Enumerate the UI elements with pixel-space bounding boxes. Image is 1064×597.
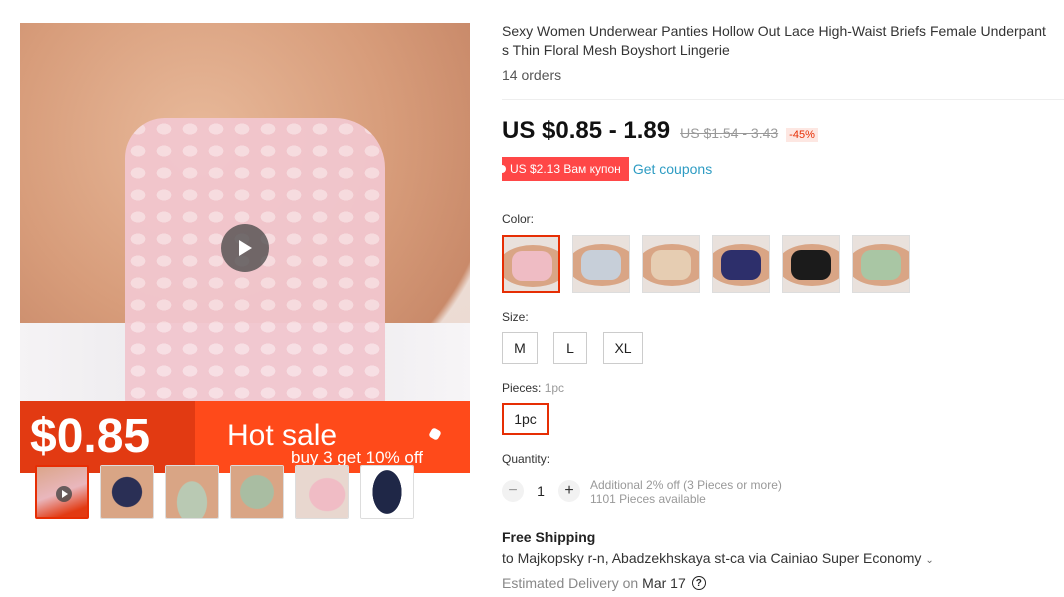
pieces-label: Pieces:	[502, 381, 542, 395]
size-option-l[interactable]: L	[553, 332, 587, 364]
quantity-discount-note: Additional 2% off (3 Pieces or more)	[590, 478, 782, 492]
coupon-row: US $2.13 Вам купон Get coupons	[498, 157, 712, 181]
size-option-xl[interactable]: XL	[603, 332, 643, 364]
thumbnail-image	[361, 466, 413, 518]
pieces-label-row: Pieces: 1pc	[502, 381, 564, 395]
pieces-option-1pc[interactable]: 1pc	[502, 403, 549, 435]
color-option-beige[interactable]	[642, 235, 700, 293]
color-option-green[interactable]	[852, 235, 910, 293]
swatch-fabric	[861, 250, 901, 280]
thumbnail-image	[296, 466, 348, 518]
thumbnail[interactable]	[165, 465, 219, 519]
size-option-m[interactable]: M	[502, 332, 538, 364]
thumbnail-image	[166, 466, 218, 518]
original-price: US $1.54 - 3.43	[680, 125, 779, 141]
color-label: Color:	[502, 212, 535, 226]
swatch-fabric	[512, 251, 552, 281]
quantity-value[interactable]: 1	[524, 483, 558, 499]
size-options: M L XL	[502, 332, 643, 364]
thumbnail[interactable]	[295, 465, 349, 519]
product-gallery: $0.85 Hot sale buy 3 get 10% off	[20, 23, 470, 473]
promo-decoration	[428, 427, 442, 441]
swatch-fabric	[651, 250, 691, 280]
image-lace-garment	[125, 118, 385, 428]
pieces-selected-value: 1pc	[544, 381, 565, 395]
shipping-title: Free Shipping	[502, 529, 596, 545]
product-info: Sexy Women Underwear Panties Hollow Out …	[502, 22, 1064, 83]
product-price: US $0.85 - 1.89	[502, 117, 671, 144]
increase-quantity-button[interactable]: +	[558, 480, 580, 502]
color-option-navy[interactable]	[712, 235, 770, 293]
estimated-delivery-label: Estimated Delivery on	[502, 575, 639, 591]
play-icon	[239, 240, 252, 256]
color-option-pink[interactable]	[502, 235, 560, 293]
shipping-destination[interactable]: to Majkopsky r-n, Abadzekhskaya st-ca vi…	[502, 550, 921, 566]
help-icon[interactable]: ?	[691, 576, 706, 590]
thumbnail-strip	[35, 465, 414, 519]
color-option-light-blue[interactable]	[572, 235, 630, 293]
quantity-info: Additional 2% off (3 Pieces or more) 110…	[590, 478, 782, 506]
decrease-quantity-button[interactable]: −	[502, 480, 524, 502]
quantity-stepper: − 1 +	[502, 480, 580, 502]
price-row: US $0.85 - 1.89 US $1.54 - 3.43 -45%	[502, 117, 818, 145]
main-product-image[interactable]: $0.85 Hot sale buy 3 get 10% off	[20, 23, 470, 473]
swatch-fabric	[791, 250, 831, 280]
quantity-label: Quantity:	[502, 452, 551, 466]
shipping-destination-row[interactable]: to Majkopsky r-n, Abadzekhskaya st-ca vi…	[502, 550, 934, 566]
play-icon	[56, 486, 72, 502]
size-label: Size:	[502, 310, 529, 324]
estimated-delivery-date: Mar 17	[642, 575, 686, 591]
color-options	[502, 235, 910, 293]
available-count: 1101 Pieces available	[590, 492, 706, 506]
color-option-black[interactable]	[782, 235, 840, 293]
divider	[502, 99, 1064, 100]
thumbnail[interactable]	[35, 465, 89, 519]
swatch-fabric	[581, 250, 621, 280]
coupon-badge: US $2.13 Вам купон	[498, 157, 629, 181]
promo-price: $0.85	[30, 410, 151, 463]
play-video-button[interactable]	[221, 224, 269, 272]
order-count: 14 orders	[502, 67, 562, 83]
promo-banner: $0.85 Hot sale buy 3 get 10% off	[20, 401, 470, 473]
product-title: Sexy Women Underwear Panties Hollow Out …	[502, 23, 1046, 58]
get-coupons-link[interactable]: Get coupons	[633, 161, 712, 177]
thumbnail[interactable]	[230, 465, 284, 519]
swatch-fabric	[721, 250, 761, 280]
thumbnail-image	[101, 466, 153, 518]
thumbnail-image	[231, 466, 283, 518]
thumbnail[interactable]	[360, 465, 414, 519]
chevron-down-icon[interactable]: ⌄	[925, 555, 933, 566]
estimated-delivery: Estimated Delivery on Mar 17 ?	[502, 575, 706, 591]
discount-badge: -45%	[786, 128, 818, 142]
thumbnail[interactable]	[100, 465, 154, 519]
